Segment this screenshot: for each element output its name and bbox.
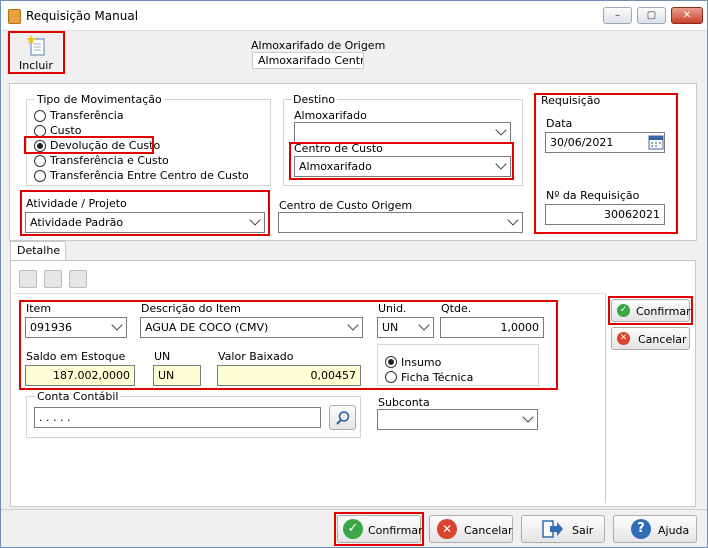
window-title: Requisição Manual (26, 9, 139, 23)
radio-transferencia-cc[interactable] (34, 170, 46, 182)
highlight-side-confirmar (608, 296, 693, 325)
cc-origem-label: Centro de Custo Origem (279, 199, 413, 212)
side-cancelar-button[interactable]: ✕ Cancelar (611, 327, 690, 350)
app-icon (8, 9, 21, 24)
highlight-atividade (20, 190, 270, 236)
conta-search-button[interactable] (329, 405, 356, 430)
window: Requisição Manual – ▢ ✕ Incluir Almoxari… (0, 0, 708, 548)
delete-item-icon[interactable] (69, 270, 87, 288)
almox-origem-label: Almoxarifado de Origem (251, 39, 386, 52)
maximize-button[interactable]: ▢ (637, 7, 666, 24)
highlight-incluir (8, 31, 65, 74)
close-button[interactable]: ✕ (671, 7, 703, 24)
destino-label: Destino (291, 93, 338, 106)
edit-item-icon[interactable] (44, 270, 62, 288)
minimize-button[interactable]: – (603, 7, 632, 24)
almox-origem-value: Almoxarifado Central (252, 52, 364, 69)
chevron-down-icon (507, 214, 519, 226)
tab-detalhe[interactable]: Detalhe (10, 241, 66, 261)
highlight-requisicao (534, 93, 678, 234)
cancelar-label: Cancelar (464, 524, 513, 537)
radio-transferencia[interactable] (34, 110, 46, 122)
ajuda-label: Ajuda (658, 524, 690, 537)
divider (14, 293, 604, 294)
ajuda-button[interactable]: ? Ajuda (613, 515, 697, 543)
chevron-down-icon (522, 411, 534, 423)
search-icon (336, 411, 350, 425)
add-item-icon[interactable] (19, 270, 37, 288)
help-icon: ? (631, 519, 651, 539)
subconta-label: Subconta (378, 396, 430, 409)
destino-almox-select[interactable] (294, 122, 511, 143)
tab-detalhe-label: Detalhe (17, 244, 61, 257)
cancel-icon: ✕ (617, 332, 630, 345)
cancel-icon: ✕ (437, 519, 457, 539)
radio-label-transf-cc: Transferência Entre Centro de Custo (50, 169, 249, 182)
sair-label: Sair (572, 524, 594, 537)
destino-almox-label: Almoxarifado (294, 109, 367, 122)
radio-transferencia-custo[interactable] (34, 155, 46, 167)
sair-button[interactable]: Sair (521, 515, 605, 543)
divider-vertical (605, 293, 606, 503)
title-bar: Requisição Manual – ▢ ✕ (1, 1, 707, 31)
subconta-select[interactable] (377, 409, 538, 430)
side-cancelar-label: Cancelar (638, 333, 687, 346)
chevron-down-icon (495, 124, 507, 136)
radio-label-transf-custo: Transferência e Custo (50, 154, 169, 167)
highlight-centro-custo (289, 142, 514, 180)
highlight-devolucao (24, 136, 154, 154)
radio-label-transferencia: Transferência (50, 109, 124, 122)
highlight-confirmar (334, 512, 424, 546)
highlight-item (19, 300, 558, 390)
tipo-label: Tipo de Movimentação (35, 93, 164, 106)
conta-input[interactable]: . . . . . (34, 407, 321, 428)
exit-icon (542, 520, 563, 538)
conta-label: Conta Contábil (35, 390, 121, 403)
cancelar-button[interactable]: ✕ Cancelar (429, 515, 513, 543)
cc-origem-select[interactable] (278, 212, 523, 233)
bottom-divider (1, 509, 707, 510)
